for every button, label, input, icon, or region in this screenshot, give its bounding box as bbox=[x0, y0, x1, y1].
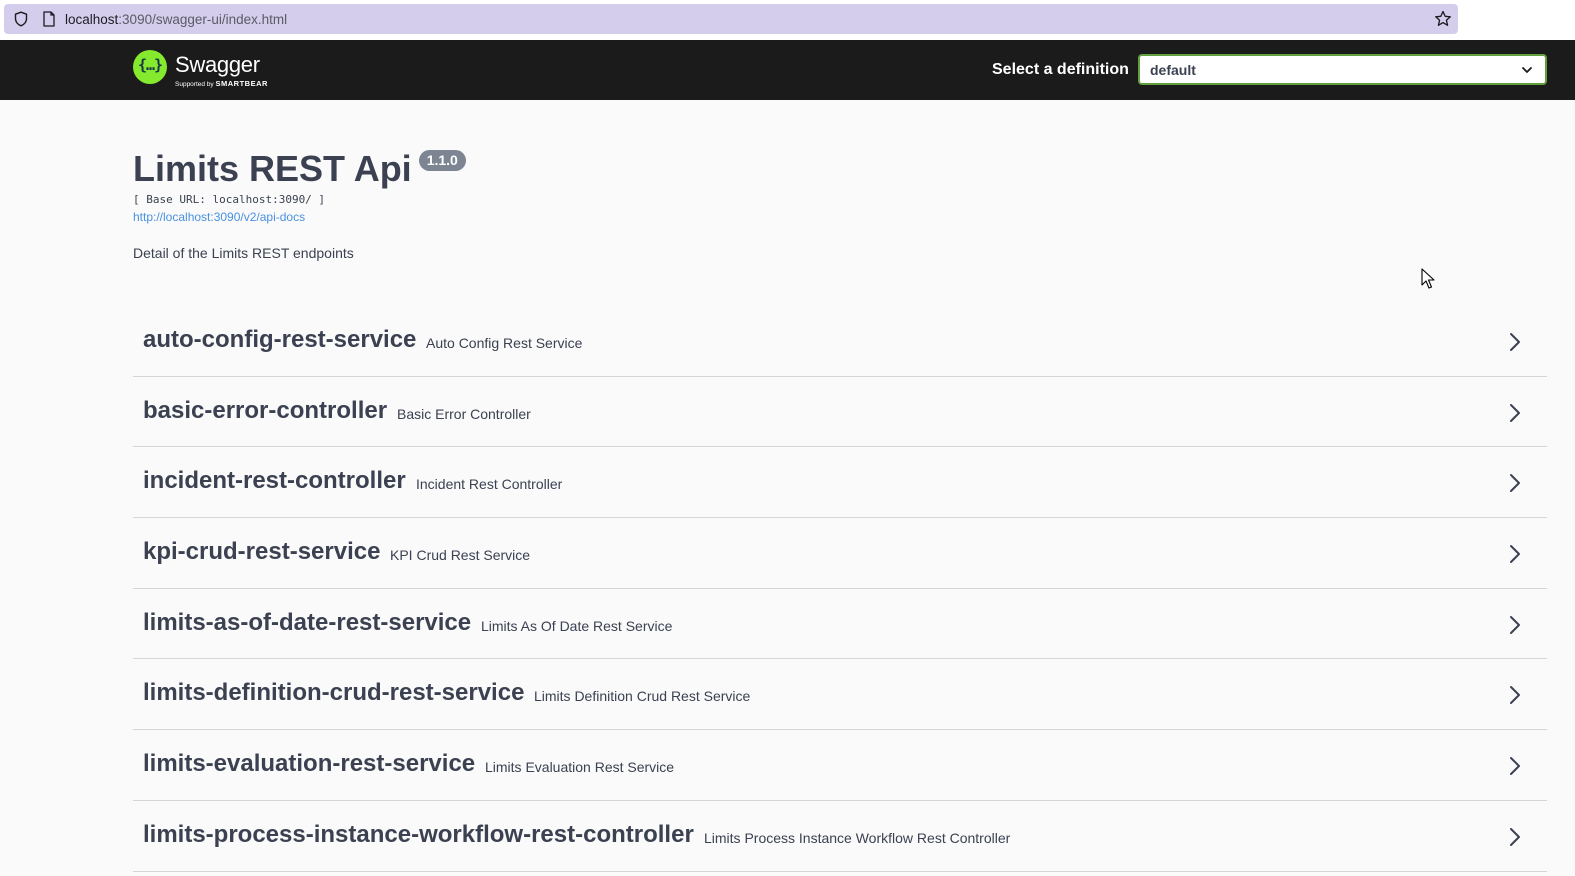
browser-toolbar: localhost:3090/swagger-ui/index.html bbox=[0, 0, 1575, 40]
logo-supported: Supported by bbox=[175, 81, 214, 88]
chevron-right-icon[interactable] bbox=[1509, 685, 1521, 705]
api-description: Detail of the Limits REST endpoints bbox=[133, 245, 354, 261]
chevron-right-icon[interactable] bbox=[1509, 332, 1521, 352]
api-title: Limits REST Api bbox=[133, 148, 412, 189]
tag-description: Limits As Of Date Rest Service bbox=[481, 617, 673, 634]
chevron-right-icon[interactable] bbox=[1509, 473, 1521, 493]
tag-description: Auto Config Rest Service bbox=[426, 335, 583, 351]
tag-section-limits-definition-crud-rest-service[interactable]: limits-definition-crud-rest-service Limit… bbox=[133, 659, 1547, 731]
tag-name[interactable]: basic-error-controller bbox=[143, 397, 387, 425]
chevron-right-icon[interactable] bbox=[1509, 544, 1521, 564]
tag-name[interactable]: limits-process-instance-workflow-rest-co… bbox=[143, 821, 694, 849]
shield-icon[interactable] bbox=[13, 11, 29, 27]
tag-section-incident-rest-controller[interactable]: incident-rest-controller Incident Rest Co… bbox=[133, 447, 1547, 519]
api-info: Limits REST Api 1.1.0 [ Base URL: localh… bbox=[133, 148, 1133, 261]
logo-brand: SMARTBEAR bbox=[215, 79, 268, 88]
tag-name[interactable]: limits-evaluation-rest-service bbox=[143, 750, 475, 778]
mouse-cursor-icon bbox=[1421, 268, 1435, 289]
tag-description: Limits Definition Crud Rest Service bbox=[534, 688, 751, 705]
tag-description: Basic Error Controller bbox=[397, 405, 531, 422]
tag-section-limits-as-of-date-rest-service[interactable]: limits-as-of-date-rest-service Limits As … bbox=[133, 589, 1547, 660]
url-text[interactable]: localhost:3090/swagger-ui/index.html bbox=[65, 12, 287, 27]
page-icon bbox=[43, 11, 55, 27]
tag-section-limits-process-instance-workflow-rest-controller[interactable]: limits-process-instance-workflow-rest-co… bbox=[133, 801, 1547, 872]
logo-subtitle: Supported by SMARTBEAR bbox=[175, 79, 268, 88]
tag-section-auto-config-rest-service[interactable]: auto-config-rest-service Auto Config Rest… bbox=[133, 306, 1547, 377]
url-host: localhost bbox=[65, 12, 119, 27]
tag-name[interactable]: incident-rest-controller bbox=[143, 467, 406, 495]
tag-description: Limits Process Instance Workflow Rest Co… bbox=[704, 829, 1011, 846]
definition-select[interactable]: default bbox=[1138, 54, 1547, 85]
tag-section-limits-evaluation-rest-service[interactable]: limits-evaluation-rest-service Limits Eva… bbox=[133, 730, 1547, 801]
tag-section-basic-error-controller[interactable]: basic-error-controller Basic Error Contro… bbox=[133, 377, 1547, 448]
swagger-braces-icon: {…} bbox=[137, 56, 163, 74]
api-title-row: Limits REST Api 1.1.0 bbox=[133, 148, 1133, 190]
chevron-right-icon[interactable] bbox=[1509, 403, 1521, 423]
tag-description: KPI Crud Rest Service bbox=[390, 547, 531, 564]
bookmark-star-icon[interactable] bbox=[1434, 10, 1452, 28]
url-path: :3090/swagger-ui/index.html bbox=[118, 12, 288, 27]
version-badge: 1.1.0 bbox=[418, 150, 466, 171]
definition-select-value: default bbox=[1150, 62, 1196, 78]
tag-name[interactable]: limits-definition-crud-rest-service bbox=[143, 679, 524, 707]
swagger-topbar: {…} Swagger Supported by SMARTBEAR Selec… bbox=[0, 40, 1575, 100]
chevron-right-icon[interactable] bbox=[1509, 615, 1521, 635]
definition-label: Select a definition bbox=[992, 61, 1129, 78]
tag-description: Incident Rest Controller bbox=[416, 476, 563, 493]
chevron-down-icon bbox=[1522, 67, 1532, 73]
tag-name[interactable]: limits-as-of-date-rest-service bbox=[143, 609, 471, 637]
tag-section-kpi-crud-rest-service[interactable]: kpi-crud-rest-service KPI Crud Rest Servi… bbox=[133, 518, 1547, 589]
tag-name[interactable]: auto-config-rest-service bbox=[143, 326, 416, 354]
tag-description: Limits Evaluation Rest Service bbox=[485, 759, 675, 776]
chevron-right-icon[interactable] bbox=[1509, 756, 1521, 776]
swagger-logo[interactable]: {…} Swagger Supported by SMARTBEAR bbox=[133, 49, 283, 91]
chevron-right-icon[interactable] bbox=[1509, 827, 1521, 847]
logo-name: Swagger bbox=[175, 52, 260, 77]
base-url: [ Base URL: localhost:3090/ ] bbox=[133, 193, 326, 206]
tag-list: auto-config-rest-service Auto Config Rest… bbox=[133, 306, 1547, 872]
address-bar[interactable]: localhost:3090/swagger-ui/index.html bbox=[4, 4, 1458, 34]
api-docs-link[interactable]: http://localhost:3090/v2/api-docs bbox=[133, 210, 305, 224]
tag-name[interactable]: kpi-crud-rest-service bbox=[143, 538, 380, 566]
